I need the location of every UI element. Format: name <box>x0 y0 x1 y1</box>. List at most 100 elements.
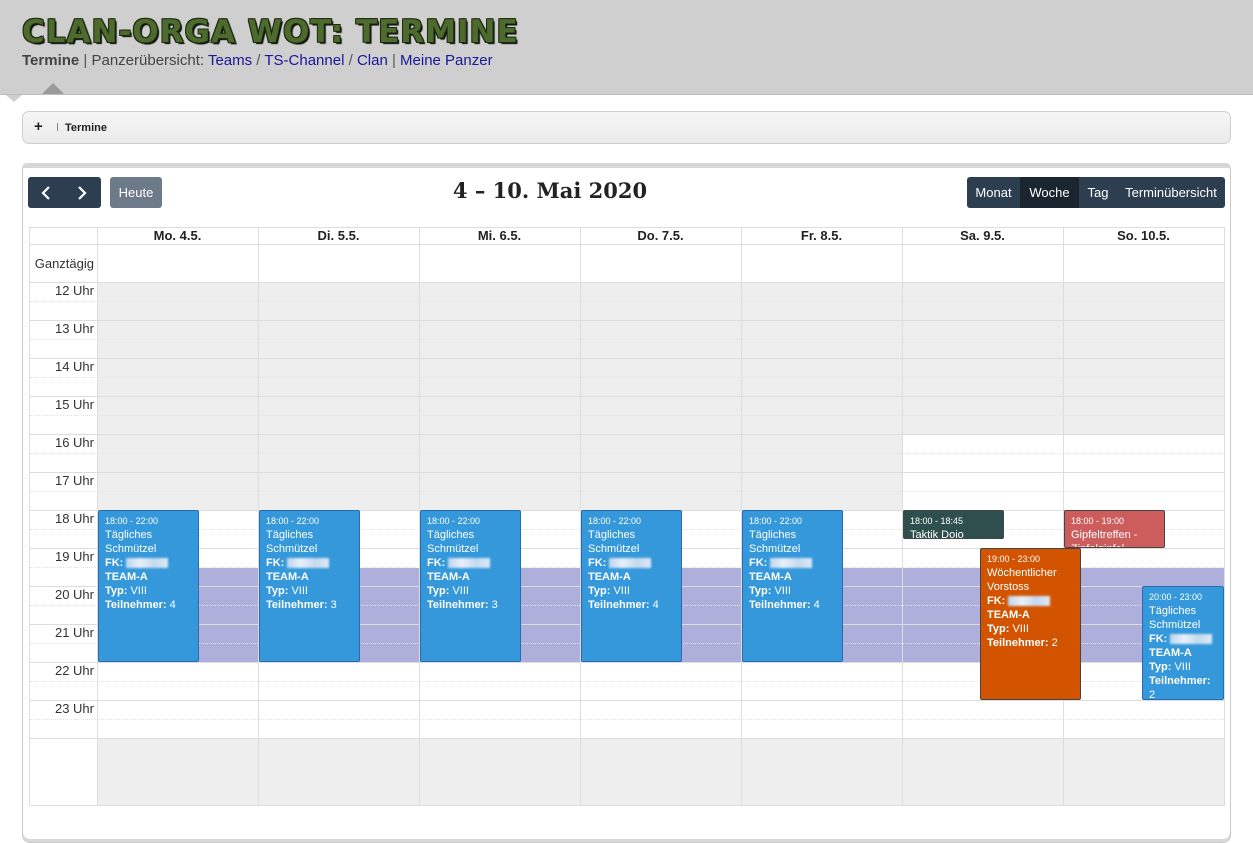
hour-label: 15 Uhr <box>54 397 94 412</box>
event-time: 20:00 - 23:00 <box>1149 592 1203 602</box>
hour-label: 18 Uhr <box>54 511 94 526</box>
event-fk: FK: <box>427 556 514 570</box>
half-hour-line <box>30 415 1224 416</box>
nav-separator: | <box>387 52 401 69</box>
hour-label: 12 Uhr <box>54 283 94 298</box>
event-fk: FK: <box>588 556 675 570</box>
event-time: 18:00 - 19:00 <box>1071 516 1125 526</box>
day-header[interactable]: Mi. 6.5. <box>419 228 580 244</box>
event-time: 18:00 - 22:00 <box>588 516 642 526</box>
hour-line <box>30 282 1224 283</box>
event-title: Tägliches Schmützel <box>1149 605 1201 631</box>
calendar-event[interactable]: 18:00 - 22:00 Tägliches Schmützel FK: TEAM-… <box>259 510 360 662</box>
event-type-value: VIII <box>452 585 469 597</box>
hour-line <box>30 320 1224 321</box>
site-header: CLAN-ORGA WOT: TERMINE Termine | Panzerü… <box>0 0 1253 95</box>
event-type-label: Typ: <box>987 623 1013 635</box>
calendar-event[interactable]: 18:00 - 22:00 Tägliches Schmützel FK: TEAM-… <box>98 510 199 662</box>
event-type-label: Typ: <box>1149 661 1175 673</box>
calendar-event[interactable]: 20:00 - 23:00 Tägliches Schmützel FK: TEAM-… <box>1142 586 1224 700</box>
redacted-name <box>609 558 652 569</box>
hour-line <box>30 472 1224 473</box>
sub-navigation: Termine | Panzerübersicht: Teams / TS-Ch… <box>22 52 493 69</box>
event-fk-label: FK: <box>1149 633 1168 645</box>
event-participants-value: 3 <box>330 599 337 611</box>
nav-termine[interactable]: Termine <box>22 52 79 69</box>
event-type-label: Typ: <box>266 585 292 597</box>
view-day-button[interactable]: Tag <box>1079 177 1117 208</box>
hour-label: 21 Uhr <box>54 625 94 640</box>
day-header[interactable]: Do. 7.5. <box>580 228 741 244</box>
day-header[interactable]: Fr. 8.5. <box>741 228 902 244</box>
nav-slash: / <box>344 52 357 69</box>
event-fk: FK: <box>749 556 836 570</box>
event-team: TEAM-A <box>749 571 792 583</box>
event-type-value: VIII <box>291 585 308 597</box>
nav-slash: / <box>252 52 265 69</box>
event-participants-value: 2 <box>1051 637 1058 649</box>
header-notch <box>6 95 22 102</box>
hour-label: 16 Uhr <box>54 435 94 450</box>
event-fk-label: FK: <box>749 557 768 569</box>
nav-clan-link[interactable]: Clan <box>357 52 388 69</box>
hour-label: 23 Uhr <box>54 701 94 716</box>
hour-label: 17 Uhr <box>54 473 94 488</box>
breadcrumb-item-termine[interactable]: Termine <box>65 122 107 134</box>
hour-label: 22 Uhr <box>54 663 94 678</box>
event-participants: Teilnehmer: 2 <box>1149 674 1217 699</box>
event-participants-label: Teilnehmer: <box>749 599 814 611</box>
event-participants-value: 4 <box>652 599 659 611</box>
event-time: 19:00 - 23:00 <box>987 554 1041 564</box>
nav-ts-channel-link[interactable]: TS-Channel <box>264 52 344 69</box>
day-header[interactable]: Mo. 4.5. <box>97 228 258 244</box>
half-hour-line <box>30 339 1224 340</box>
week-grid: Mo. 4.5. Di. 5.5. Mi. 6.5. Do. 7.5. Fr. 8.5.… <box>29 227 1225 806</box>
view-switcher: Monat Woche Tag Terminübersicht <box>967 177 1225 208</box>
calendar-event[interactable]: 18:00 - 22:00 Tägliches Schmützel FK: TEAM-… <box>742 510 843 662</box>
event-title: Taktik Dojo <box>910 529 964 539</box>
event-participants-label: Teilnehmer: <box>987 637 1052 649</box>
event-time: 18:00 - 22:00 <box>266 516 320 526</box>
hour-line <box>30 396 1224 397</box>
calendar-event[interactable]: 18:00 - 22:00 Tägliches Schmützel FK: TEAM-… <box>420 510 521 662</box>
event-fk-label: FK: <box>427 557 446 569</box>
event-type: Typ: VIII <box>427 584 514 598</box>
calendar-event[interactable]: 18:00 - 19:00 Gipfeltreffen - Zipfelgipfe… <box>1064 510 1165 548</box>
next-week-button[interactable] <box>64 177 100 208</box>
event-participants-label: Teilnehmer: <box>266 599 331 611</box>
calendar-title: 4 – 10. Mai 2020 <box>452 178 648 203</box>
day-header[interactable]: So. 10.5. <box>1063 228 1224 244</box>
day-header[interactable]: Sa. 9.5. <box>902 228 1063 244</box>
redacted-name <box>126 558 169 569</box>
event-participants: Teilnehmer: 4 <box>749 598 836 612</box>
event-title: Tägliches Schmützel <box>588 529 640 555</box>
event-participants: Teilnehmer: 3 <box>427 598 514 612</box>
event-fk: FK: <box>266 556 353 570</box>
view-week-button[interactable]: Woche <box>1020 177 1079 208</box>
prev-week-button[interactable] <box>28 177 64 208</box>
day-header[interactable]: Di. 5.5. <box>258 228 419 244</box>
hour-line <box>30 358 1224 359</box>
breadcrumb: + Termine <box>22 111 1231 144</box>
nav-meine-panzer-link[interactable]: Meine Panzer <box>400 52 493 69</box>
calendar-event[interactable]: 18:00 - 22:00 Tägliches Schmützel FK: TEAM-… <box>581 510 682 662</box>
calendar-event[interactable]: 19:00 - 23:00 Wöchentlicher Vorstoss FK: TE… <box>980 548 1081 700</box>
redacted-name <box>287 558 330 569</box>
event-type-value: VIII <box>1012 623 1029 635</box>
header-divider <box>30 244 1224 245</box>
event-fk-label: FK: <box>987 595 1006 607</box>
nav-teams-link[interactable]: Teams <box>208 52 252 69</box>
today-button[interactable]: Heute <box>110 177 162 208</box>
redacted-name <box>1170 634 1213 645</box>
plus-icon[interactable]: + <box>34 118 43 135</box>
event-title: Gipfeltreffen - Zipfelgipfel <box>1071 529 1138 547</box>
event-type: Typ: VIII <box>588 584 675 598</box>
breadcrumb-divider <box>57 123 58 131</box>
calendar-event[interactable]: 18:00 - 18:45 Taktik Dojo <box>903 510 1004 539</box>
half-hour-line <box>30 301 1224 302</box>
view-month-button[interactable]: Monat <box>967 177 1020 208</box>
event-fk-label: FK: <box>588 557 607 569</box>
event-time: 18:00 - 22:00 <box>749 516 803 526</box>
view-agenda-button[interactable]: Terminübersicht <box>1117 177 1225 208</box>
event-participants: Teilnehmer: 4 <box>105 598 192 612</box>
